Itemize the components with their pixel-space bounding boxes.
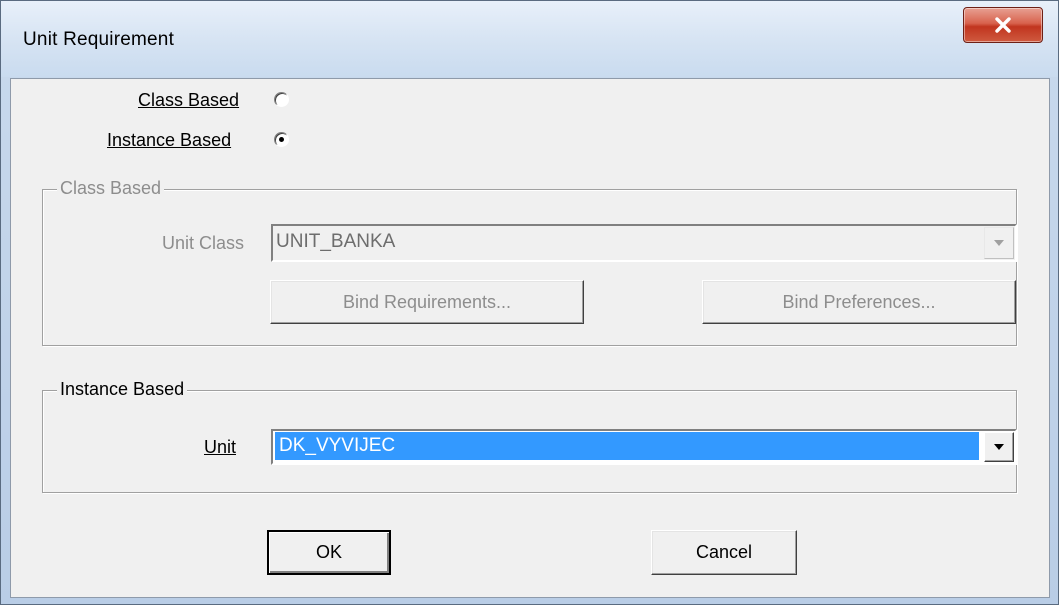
unit-label: Unit (204, 437, 236, 458)
close-button[interactable] (963, 7, 1043, 43)
class-based-group-legend: Class Based (57, 178, 165, 199)
instance-based-group-legend: Instance Based (57, 379, 188, 400)
window-title: Unit Requirement (23, 29, 175, 50)
ok-button[interactable]: OK (267, 530, 391, 575)
bind-requirements-button: Bind Requirements... (270, 280, 584, 324)
unit-select[interactable]: DK_VYVIJEC (271, 429, 1017, 465)
close-x-icon (995, 17, 1011, 33)
chevron-down-icon (994, 444, 1004, 450)
class-based-label-text: Class Based (138, 90, 240, 110)
bind-preferences-button: Bind Preferences... (702, 280, 1016, 324)
unit-dropdown-button[interactable] (984, 432, 1014, 462)
instance-based-radio-label[interactable]: Instance Based (107, 130, 231, 151)
unit-value: DK_VYVIJEC (275, 432, 979, 460)
radio-selected-dot (279, 137, 284, 142)
title-bar[interactable]: Unit Requirement (1, 1, 1058, 77)
class-based-radio-label[interactable]: Class Based (138, 90, 239, 111)
cancel-button[interactable]: Cancel (651, 530, 797, 575)
unit-class-dropdown-button (984, 227, 1014, 259)
unit-requirement-dialog: Unit Requirement Class Based Instance Ba… (0, 0, 1059, 605)
unit-class-select: UNIT_BANKA (271, 224, 1017, 262)
class-based-radio[interactable] (274, 92, 289, 107)
unit-class-label: Unit Class (162, 233, 245, 253)
unit-class-value: UNIT_BANKA (276, 231, 396, 252)
chevron-down-icon (994, 240, 1004, 246)
instance-based-radio[interactable] (274, 132, 289, 147)
unit-label-text: Unit (204, 437, 237, 457)
instance-based-label-text: Instance Based (107, 130, 232, 150)
dialog-body: Class Based Instance Based Class Based U… (10, 78, 1050, 598)
